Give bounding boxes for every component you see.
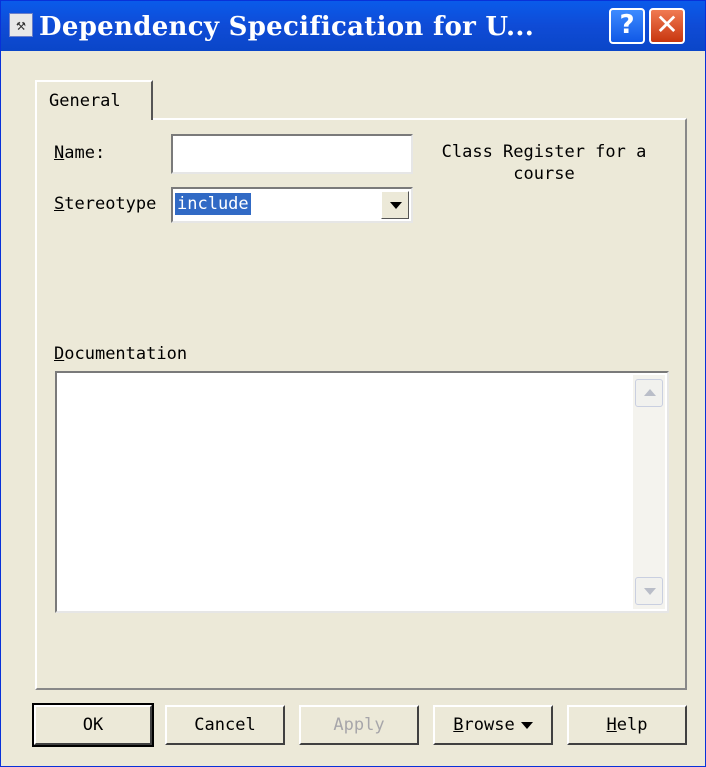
tab-general-label: General	[49, 91, 121, 111]
apply-button[interactable]: Apply	[299, 705, 419, 745]
title-bar[interactable]: ⚒ Dependency Specification for U... ? ✕	[1, 1, 705, 51]
dropdown-arrow-icon	[520, 721, 533, 729]
name-input[interactable]	[171, 134, 413, 174]
title-close-button[interactable]: ✕	[649, 8, 685, 44]
documentation-textarea[interactable]	[55, 371, 669, 613]
name-label: Name:	[54, 143, 106, 163]
title-help-button[interactable]: ?	[609, 8, 645, 44]
stereotype-value: include	[175, 193, 251, 215]
cancel-button[interactable]: Cancel	[165, 705, 285, 745]
spec-window-icon: ⚒	[9, 13, 33, 37]
documentation-label: Documentation	[54, 344, 188, 364]
help-button[interactable]: Help	[567, 705, 687, 745]
documentation-scrollbar[interactable]	[633, 375, 665, 609]
chevron-down-icon[interactable]	[381, 191, 409, 219]
dependency-specification-dialog: ⚒ Dependency Specification for U... ? ✕ …	[0, 0, 706, 767]
scroll-down-icon[interactable]	[635, 577, 663, 605]
class-text: Class Register for a course	[441, 142, 647, 184]
scroll-up-icon[interactable]	[635, 379, 663, 407]
stereotype-label: Stereotype	[54, 194, 157, 214]
ok-button[interactable]: OK	[32, 703, 154, 747]
stereotype-combobox[interactable]: include	[171, 187, 413, 223]
tab-general[interactable]: General	[35, 80, 153, 120]
browse-button[interactable]: Browse	[433, 705, 553, 745]
window-title: Dependency Specification for U...	[39, 12, 535, 42]
